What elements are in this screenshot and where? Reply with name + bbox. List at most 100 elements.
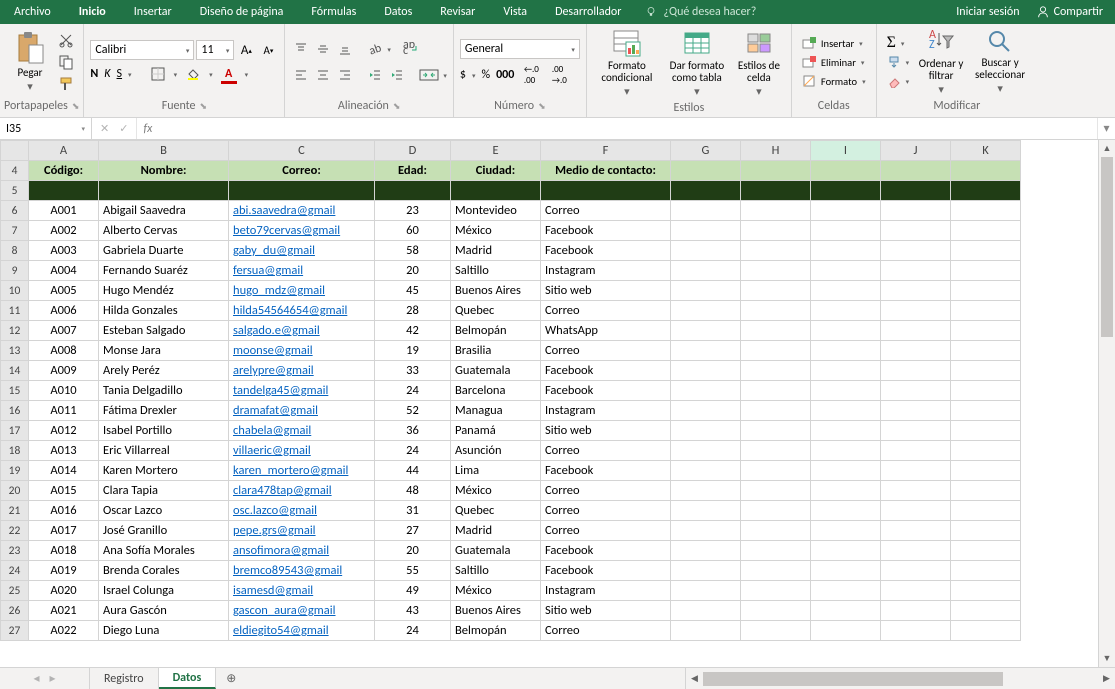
clipboard-dialog-launcher[interactable]: ⬊ <box>72 101 80 112</box>
cell-A22[interactable]: A017 <box>29 521 99 541</box>
cell-F21[interactable]: Correo <box>541 501 671 521</box>
fill-button[interactable]: ▾ <box>883 53 914 72</box>
bold-button[interactable]: N <box>90 67 98 81</box>
cell-D26[interactable]: 43 <box>375 601 451 621</box>
cell-B16[interactable]: Fátima Drexler <box>99 401 229 421</box>
autosum-button[interactable]: Σ▾ <box>883 34 914 53</box>
row-header-12[interactable]: 12 <box>1 321 29 341</box>
cell-E9[interactable]: Saltillo <box>451 261 541 281</box>
sheet-nav-next[interactable]: ▸ <box>50 671 56 686</box>
cell-B15[interactable]: Tania Delgadillo <box>99 381 229 401</box>
tab-data[interactable]: Datos <box>370 0 426 24</box>
cell-E8[interactable]: Madrid <box>451 241 541 261</box>
cell-F7[interactable]: Facebook <box>541 221 671 241</box>
align-center-button[interactable] <box>313 65 333 85</box>
cell-A13[interactable]: A008 <box>29 341 99 361</box>
cell-D18[interactable]: 24 <box>375 441 451 461</box>
cell-A15[interactable]: A010 <box>29 381 99 401</box>
decrease-decimal-button[interactable]: .00→.0 <box>548 65 570 85</box>
cell-F17[interactable]: Sitio web <box>541 421 671 441</box>
row-header-27[interactable]: 27 <box>1 621 29 641</box>
cell-A21[interactable]: A016 <box>29 501 99 521</box>
cell-B20[interactable]: Clara Tapia <box>99 481 229 501</box>
cell-A25[interactable]: A020 <box>29 581 99 601</box>
cell-D16[interactable]: 52 <box>375 401 451 421</box>
number-dialog-launcher[interactable]: ⬊ <box>538 101 546 112</box>
cell-C27[interactable]: eldiegito54@gmail <box>229 621 375 641</box>
cell-C24[interactable]: bremco89543@gmail <box>229 561 375 581</box>
row-header-14[interactable]: 14 <box>1 361 29 381</box>
cell-styles-button[interactable]: Estilos de celda▾ <box>733 28 785 98</box>
cell-B24[interactable]: Brenda Corales <box>99 561 229 581</box>
cell-D25[interactable]: 49 <box>375 581 451 601</box>
delete-cells-button[interactable]: Eliminar ▾ <box>798 53 870 72</box>
align-right-button[interactable] <box>335 65 355 85</box>
orientation-button[interactable]: ab <box>365 39 385 59</box>
cell-C12[interactable]: salgado.e@gmail <box>229 321 375 341</box>
expand-formula-bar-button[interactable]: ▾ <box>1097 118 1115 139</box>
enter-formula-button[interactable]: ✓ <box>119 122 128 135</box>
cell-C19[interactable]: karen_mortero@gmail <box>229 461 375 481</box>
row-header-9[interactable]: 9 <box>1 261 29 281</box>
decrease-font-button[interactable]: A▾ <box>258 40 278 60</box>
increase-decimal-button[interactable]: ←.0.00 <box>520 65 542 85</box>
row-header-13[interactable]: 13 <box>1 341 29 361</box>
cell-A24[interactable]: A019 <box>29 561 99 581</box>
font-dialog-launcher[interactable]: ⬊ <box>200 101 208 112</box>
cell-C9[interactable]: fersua@gmail <box>229 261 375 281</box>
increase-indent-button[interactable] <box>387 65 407 85</box>
tab-formulas[interactable]: Fórmulas <box>297 0 370 24</box>
horizontal-scrollbar[interactable]: ◀ ▶ <box>685 668 1115 689</box>
cell-D11[interactable]: 28 <box>375 301 451 321</box>
sheet-tab-datos[interactable]: Datos <box>159 668 217 689</box>
cell-D14[interactable]: 33 <box>375 361 451 381</box>
cell-E13[interactable]: Brasilia <box>451 341 541 361</box>
cell-C20[interactable]: clara478tap@gmail <box>229 481 375 501</box>
cell-B18[interactable]: Eric Villarreal <box>99 441 229 461</box>
fx-label[interactable]: fx <box>137 118 158 139</box>
cell-E19[interactable]: Lima <box>451 461 541 481</box>
cell-F6[interactable]: Correo <box>541 201 671 221</box>
col-header-K[interactable]: K <box>951 141 1021 161</box>
row-header-24[interactable]: 24 <box>1 561 29 581</box>
cell-B6[interactable]: Abigail Saavedra <box>99 201 229 221</box>
number-format-select[interactable]: General▾ <box>460 39 580 59</box>
cell-F19[interactable]: Facebook <box>541 461 671 481</box>
cut-button[interactable] <box>56 30 76 50</box>
row-header-16[interactable]: 16 <box>1 401 29 421</box>
scrollbar-thumb[interactable] <box>1101 157 1113 337</box>
tab-insert[interactable]: Insertar <box>120 0 186 24</box>
row-header-4[interactable]: 4 <box>1 161 29 181</box>
conditional-format-button[interactable]: Formato condicional▾ <box>593 28 661 98</box>
increase-font-button[interactable]: A▴ <box>236 40 256 60</box>
cell-A11[interactable]: A006 <box>29 301 99 321</box>
cell-A27[interactable]: A022 <box>29 621 99 641</box>
cell-B9[interactable]: Fernando Suaréz <box>99 261 229 281</box>
cell-E4[interactable]: Ciudad: <box>451 161 541 181</box>
cell-E22[interactable]: Madrid <box>451 521 541 541</box>
sort-filter-button[interactable]: AZ Ordenar y filtrar▾ <box>915 28 967 96</box>
currency-button[interactable]: $ <box>460 68 466 82</box>
border-button[interactable] <box>148 64 168 84</box>
name-box[interactable]: I35▾ <box>0 118 92 139</box>
italic-button[interactable]: K <box>104 67 110 81</box>
cell-E27[interactable]: Belmopán <box>451 621 541 641</box>
cell-A7[interactable]: A002 <box>29 221 99 241</box>
sign-in-link[interactable]: Iniciar sesión <box>956 5 1019 19</box>
align-left-button[interactable] <box>291 65 311 85</box>
cell-D9[interactable]: 20 <box>375 261 451 281</box>
cell-F23[interactable]: Facebook <box>541 541 671 561</box>
font-name-select[interactable]: Calibri▾ <box>90 40 194 60</box>
cell-F15[interactable]: Facebook <box>541 381 671 401</box>
row-header-25[interactable]: 25 <box>1 581 29 601</box>
cell-B11[interactable]: Hilda Gonzales <box>99 301 229 321</box>
cell-E24[interactable]: Saltillo <box>451 561 541 581</box>
cell-A4[interactable]: Código: <box>29 161 99 181</box>
tab-view[interactable]: Vista <box>489 0 541 24</box>
row-header-23[interactable]: 23 <box>1 541 29 561</box>
cell-F22[interactable]: Correo <box>541 521 671 541</box>
format-painter-button[interactable] <box>56 74 76 94</box>
cell-E6[interactable]: Montevideo <box>451 201 541 221</box>
cell-F13[interactable]: Correo <box>541 341 671 361</box>
cell-A23[interactable]: A018 <box>29 541 99 561</box>
